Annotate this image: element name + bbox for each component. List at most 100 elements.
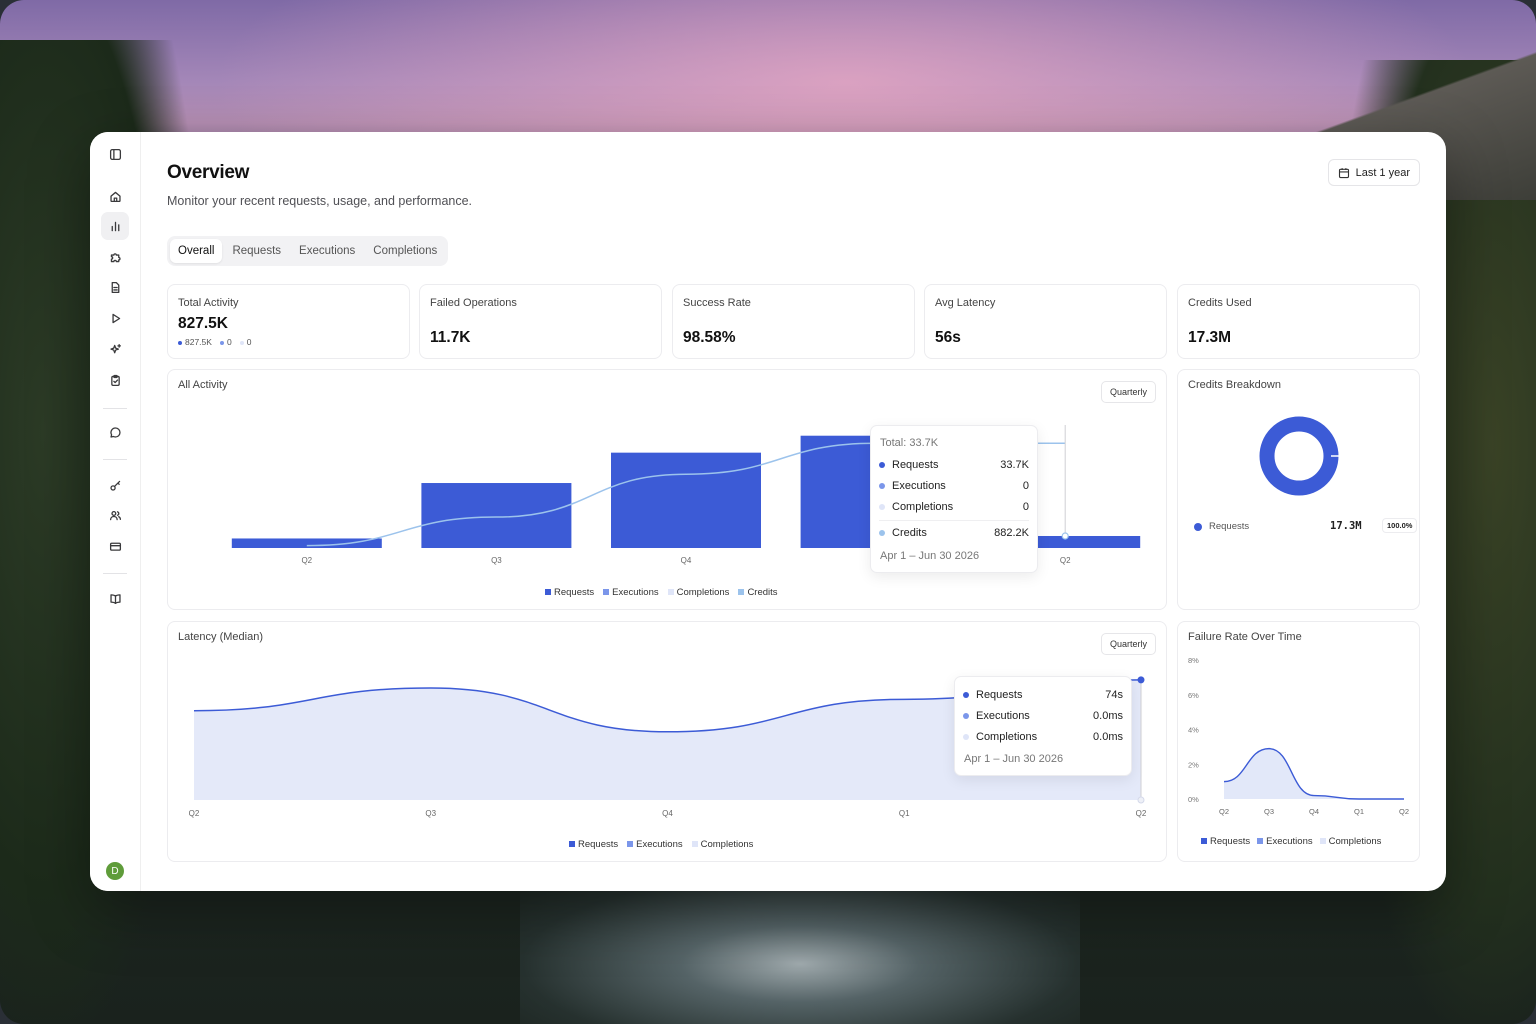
page-subtitle: Monitor your recent requests, usage, and… (167, 194, 473, 208)
stat-card-success-rate: Success Rate 98.58% (672, 284, 915, 359)
chat-icon[interactable] (101, 418, 129, 446)
bar-requests (421, 483, 572, 548)
x-tick-label: Q3 (425, 809, 436, 818)
date-range-button[interactable]: Last 1 year (1327, 159, 1420, 186)
clipboard-check-icon[interactable] (101, 366, 129, 394)
sparkles-icon[interactable] (101, 335, 129, 363)
x-tick-label: Q4 (681, 556, 692, 565)
legend-executions: Executions (1257, 836, 1313, 847)
tooltip-date: Apr 1 – Jun 30 2026 (964, 753, 1064, 765)
document-icon[interactable] (101, 273, 129, 301)
sidebar-toggle-icon[interactable] (101, 140, 129, 168)
tab-overall[interactable]: Overall (170, 239, 223, 263)
bar-requests (611, 452, 761, 548)
stat-label: Failed Operations (430, 297, 517, 309)
x-tick-label: Q3 (491, 556, 502, 565)
breakdown-row: Requests 17.3M 100.0% (1194, 518, 1418, 534)
sidebar-divider (103, 573, 127, 574)
stat-label: Total Activity (178, 297, 239, 309)
x-tick-label: Q2 (1399, 807, 1409, 816)
avatar[interactable]: D (106, 862, 124, 880)
calendar-icon (1338, 167, 1349, 178)
x-tick-label: Q4 (1309, 807, 1319, 816)
stat-card-avg-latency: Avg Latency 56s (924, 284, 1167, 359)
bar-requests (231, 538, 382, 548)
sidebar: D (90, 132, 141, 891)
play-icon[interactable] (101, 304, 129, 332)
background-river (520, 874, 1080, 1024)
tooltip-date: Apr 1 – Jun 30 2026 (880, 550, 980, 562)
x-tick-label: Q4 (662, 809, 673, 818)
legend-completions: Completions (1319, 836, 1381, 847)
breakdown-percent: 100.0% (1382, 518, 1418, 533)
tooltip-row: Completions 0 (879, 501, 1029, 513)
tab-completions[interactable]: Completions (365, 239, 445, 263)
tooltip-row: Requests 33.7K (879, 459, 1029, 471)
home-icon[interactable] (101, 182, 129, 210)
all-activity-card: All Activity Quarterly Q2Q3Q4Q1Q2 Reques… (167, 369, 1167, 610)
hover-point (1061, 532, 1069, 540)
legend-requests: Requests (569, 839, 618, 850)
credit-card-icon[interactable] (101, 532, 129, 560)
stat-value: 827.5K (178, 315, 228, 332)
x-tick-label: Q2 (301, 556, 312, 565)
stat-value: 98.58% (683, 329, 736, 346)
stat-mini-legend: 827.5K 0 0 (178, 337, 251, 347)
legend-completions: Completions (667, 587, 729, 598)
y-tick-label: 4% (1188, 726, 1199, 735)
y-tick-label: 8% (1188, 656, 1199, 665)
legend-executions: Executions (603, 587, 659, 598)
x-tick-label: Q2 (189, 809, 200, 818)
book-icon[interactable] (101, 584, 129, 612)
puzzle-icon[interactable] (101, 243, 129, 271)
area-requests (1224, 748, 1404, 799)
stat-label: Avg Latency (935, 297, 996, 309)
donut-slice-requests (1259, 416, 1339, 496)
credits-breakdown-card: Credits Breakdown Requests 17.3M 100.0% (1177, 369, 1420, 610)
stat-label: Credits Used (1188, 297, 1252, 309)
app-window: D Overview Monitor your recent requests,… (90, 132, 1446, 891)
breakdown-dot (1194, 523, 1202, 531)
tooltip-total: Total: 33.7K (880, 437, 939, 449)
chart-legend: Requests Executions Completions (569, 839, 753, 850)
breakdown-value: 17.3M (1330, 520, 1362, 532)
stat-value: 11.7K (430, 329, 471, 346)
chart-legend: Requests Executions Completions (1201, 836, 1381, 847)
tooltip-row: Completions 0.0ms (963, 731, 1123, 743)
key-icon[interactable] (101, 471, 129, 499)
stat-value: 56s (935, 329, 961, 346)
stat-value: 17.3M (1188, 329, 1232, 346)
x-tick-label: Q1 (899, 809, 910, 818)
stat-card-total-activity: Total Activity 827.5K 827.5K 0 0 (167, 284, 410, 359)
users-icon[interactable] (101, 501, 129, 529)
tab-executions[interactable]: Executions (291, 239, 363, 263)
tooltip-row: Executions 0 (879, 480, 1029, 492)
failure-rate-card: Failure Rate Over Time 8% 6% 4% 2% 0% Q2 Q3 Q4 Q… (1177, 621, 1420, 862)
page-title: Overview (167, 162, 250, 183)
tooltip-row: Credits 882.2K (879, 527, 1029, 539)
y-tick-label: 0% (1188, 795, 1199, 804)
y-tick-label: 2% (1188, 760, 1199, 769)
latency-card: Latency (Median) Quarterly Q2 Q3 Q4 Q1 Q2 Re… (167, 621, 1167, 862)
x-tick-label: Q3 (1264, 807, 1274, 816)
breakdown-label: Requests (1209, 521, 1250, 532)
stat-card-credits-used: Credits Used 17.3M (1177, 284, 1420, 359)
tab-requests[interactable]: Requests (224, 239, 289, 263)
legend-completions: Completions (691, 839, 753, 850)
tooltip-divider (879, 520, 1029, 521)
mini-legend-completions: 0 (239, 337, 251, 347)
stat-card-failed-operations: Failed Operations 11.7K (419, 284, 662, 359)
stat-label: Success Rate (683, 297, 751, 309)
legend-executions: Executions (627, 839, 683, 850)
hover-point-baseline (1137, 796, 1145, 804)
view-tabs: Overall Requests Executions Completions (167, 236, 449, 266)
legend-requests: Requests (545, 587, 594, 598)
mini-legend-executions: 0 (219, 337, 232, 347)
x-tick-label: Q1 (1354, 807, 1364, 816)
bar-chart-icon[interactable] (101, 212, 129, 240)
tooltip-row: Requests 74s (963, 689, 1123, 701)
card-title: Credits Breakdown (1188, 379, 1281, 391)
chart-tooltip: Requests 74s Executions 0.0ms Completions 0… (954, 676, 1132, 776)
chart-legend: Requests Executions Completions Credits (545, 587, 778, 598)
main-content: Overview Monitor your recent requests, u… (141, 132, 1446, 891)
